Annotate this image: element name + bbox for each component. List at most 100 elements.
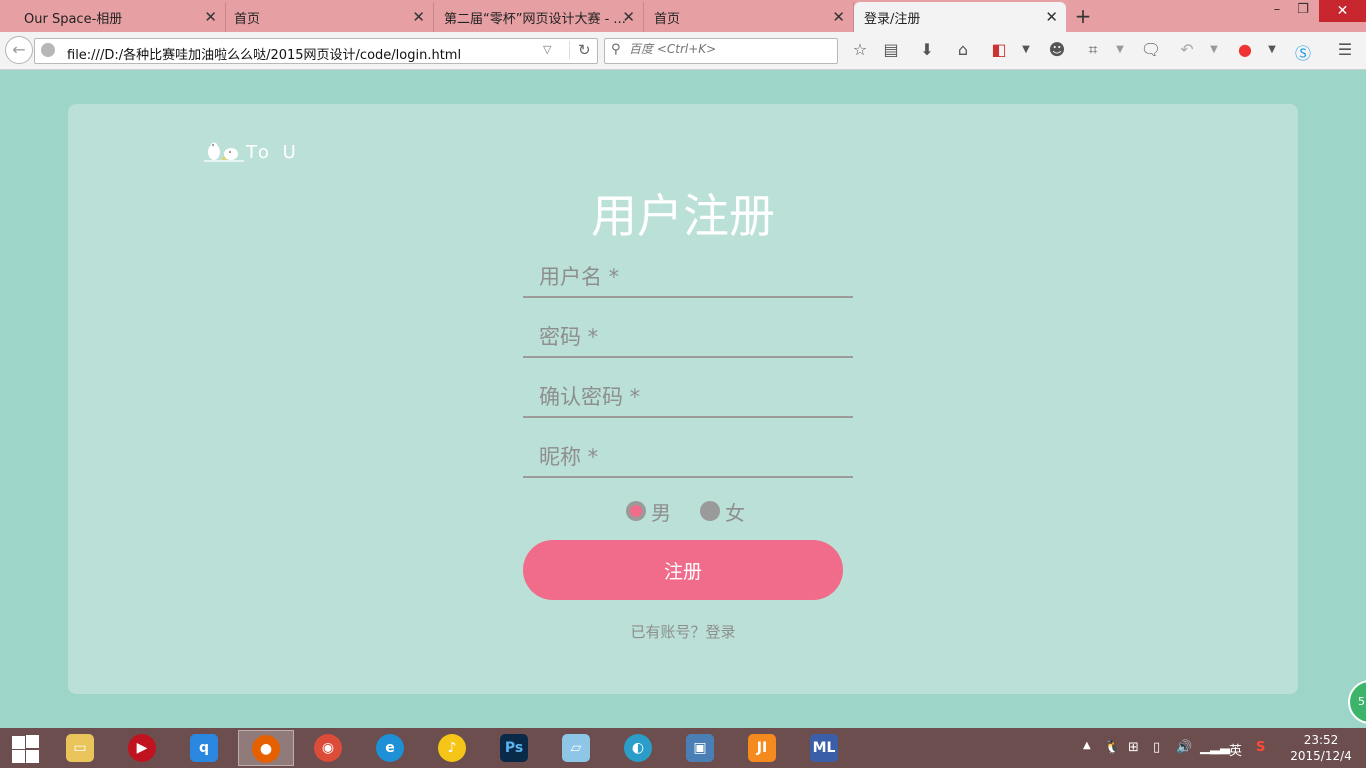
gender-female-radio[interactable] (700, 501, 720, 521)
chrome-icon: ◉ (314, 734, 342, 762)
password-input[interactable] (523, 318, 853, 356)
taskbar-app-blue[interactable]: ◐ (610, 730, 666, 766)
globe-icon (41, 43, 55, 57)
firefox-icon: ● (252, 735, 280, 763)
password-field (523, 318, 853, 358)
sogou-ime-icon[interactable]: S (1256, 740, 1265, 755)
restore-button[interactable]: ❐ (1290, 2, 1316, 24)
birds-icon (204, 142, 244, 162)
menu-icon[interactable]: ☰ (1334, 40, 1356, 59)
ime-indicator[interactable]: 英 (1229, 740, 1242, 759)
gender-male-radio[interactable] (626, 501, 646, 521)
folder-icon: ▭ (66, 734, 94, 762)
username-input[interactable] (523, 258, 853, 296)
search-icon: ⚲ (611, 42, 621, 57)
tab-label: 首页 (234, 12, 261, 27)
crop-icon[interactable]: ⌗ (1082, 40, 1104, 60)
tab-home-2[interactable]: 首页 ✕ (644, 2, 854, 32)
register-button[interactable]: 注册 (523, 540, 843, 600)
reload-icon[interactable]: ↻ (569, 41, 599, 59)
close-tab-icon[interactable]: ✕ (1045, 8, 1058, 26)
taskbar: ▭ ▶ q ● ◉ e ♪ Ps ▱ ◐ ▣ JI ML ▲ 🐧 ⊞ ▯ 🔊 ▁… (0, 728, 1366, 768)
volume-icon[interactable]: 🔊 (1176, 740, 1192, 755)
qq-tray-icon[interactable]: 🐧 (1104, 740, 1120, 755)
home-icon[interactable]: ⌂ (952, 40, 974, 59)
blue-app-icon: ◐ (624, 734, 652, 762)
media-player-icon: ▶ (128, 734, 156, 762)
chat-face-icon[interactable]: ☻ (1046, 40, 1068, 59)
mlf-icon: ML (810, 734, 838, 762)
taskbar-firefox[interactable]: ● (238, 730, 294, 766)
taskbar-qq-music[interactable]: ♪ (424, 730, 480, 766)
site-logo[interactable]: To U (204, 140, 304, 166)
windows-tray-icon[interactable]: ⊞ (1128, 740, 1139, 755)
screenshot-addon-icon[interactable]: ◧ (988, 40, 1010, 59)
address-bar[interactable]: file:///D:/各种比赛哇加油啦么么哒/2015网页设计/code/log… (34, 38, 598, 64)
tab-our-space[interactable]: Our Space-相册 ✕ (14, 2, 226, 32)
photoshop-icon: Ps (500, 734, 528, 762)
tab-label: 登录/注册 (864, 12, 921, 27)
bookmark-star-icon[interactable]: ☆ (849, 40, 871, 59)
tray-expand-icon[interactable]: ▲ (1083, 740, 1091, 751)
crop-dropdown-icon[interactable]: ▼ (1109, 44, 1131, 55)
search-input[interactable] (629, 42, 829, 56)
close-tab-icon[interactable]: ✕ (832, 8, 845, 26)
taskbar-internet-explorer[interactable]: e (362, 730, 418, 766)
confirm-password-input[interactable] (523, 378, 853, 416)
taskbar-photoshop[interactable]: Ps (486, 730, 542, 766)
taskbar-photo-viewer[interactable]: ▣ (672, 730, 728, 766)
history-dropdown-icon[interactable]: ▽ (543, 43, 551, 56)
close-tab-icon[interactable]: ✕ (412, 8, 425, 26)
nickname-field (523, 438, 853, 478)
download-icon[interactable]: ⬇ (916, 40, 938, 59)
notepad-icon: ▱ (562, 734, 590, 762)
taskbar-jetbrains[interactable]: JI (734, 730, 790, 766)
red-addon-icon[interactable]: ● (1234, 40, 1256, 59)
search-bar[interactable]: ⚲ (604, 38, 838, 64)
back-button[interactable]: ← (5, 36, 33, 64)
gender-male-label[interactable]: 男 (651, 497, 671, 526)
tab-label: Our Space-相册 (24, 12, 123, 27)
close-tab-icon[interactable]: ✕ (204, 8, 217, 26)
gender-female-label[interactable]: 女 (725, 497, 745, 526)
tab-home-1[interactable]: 首页 ✕ (224, 2, 434, 32)
network-adapter-icon[interactable]: ▯ (1153, 740, 1160, 755)
photo-viewer-icon: ▣ (686, 734, 714, 762)
login-link[interactable]: 已有账号？登录 (483, 621, 883, 642)
taskbar-clock[interactable]: 23:52 2015/12/4 (1283, 732, 1359, 764)
close-tab-icon[interactable]: ✕ (622, 8, 635, 26)
signal-icon[interactable]: ▁▂▃ (1200, 740, 1230, 755)
taskbar-media-player[interactable]: ▶ (114, 730, 170, 766)
tab-label: 首页 (654, 12, 681, 27)
taskbar-notepad[interactable]: ▱ (548, 730, 604, 766)
tab-bar: Our Space-相册 ✕ 首页 ✕ 第二届“零杯”网页设计大赛 - ... … (0, 0, 1366, 32)
url-text: file:///D:/各种比赛哇加油啦么么哒/2015网页设计/code/log… (67, 48, 462, 63)
tab-contest[interactable]: 第二届“零杯”网页设计大赛 - ... ✕ (434, 2, 644, 32)
taskbar-chrome[interactable]: ◉ (300, 730, 356, 766)
taskbar-mlf[interactable]: ML (796, 730, 852, 766)
jetbrains-icon: JI (748, 734, 776, 762)
floating-badge[interactable]: 51 (1348, 680, 1366, 724)
tab-label: 第二届“零杯”网页设计大赛 - ... (444, 12, 626, 27)
addon-dropdown-icon[interactable]: ▼ (1015, 44, 1037, 55)
nickname-input[interactable] (523, 438, 853, 476)
taskbar-qq-browser[interactable]: q (176, 730, 232, 766)
window-close-button[interactable]: ✕ (1319, 0, 1366, 22)
reading-list-icon[interactable]: ▤ (880, 40, 902, 59)
undo-dropdown-icon[interactable]: ▼ (1203, 44, 1225, 55)
qq-browser-icon: q (190, 734, 218, 762)
taskbar-file-explorer[interactable]: ▭ (52, 730, 108, 766)
new-tab-button[interactable]: + (1073, 4, 1093, 28)
minimize-button[interactable]: – (1264, 2, 1290, 24)
speech-bubble-icon[interactable]: 🗨 (1140, 40, 1162, 59)
username-field (523, 258, 853, 298)
undo-icon[interactable]: ↶ (1176, 40, 1198, 59)
internet-explorer-icon: e (376, 734, 404, 762)
page-title: 用户注册 (591, 189, 775, 243)
tab-login-register[interactable]: 登录/注册 ✕ (854, 2, 1066, 32)
navigation-bar: ← file:///D:/各种比赛哇加油啦么么哒/2015网页设计/code/l… (0, 32, 1366, 70)
back-arrow-icon: ← (12, 40, 26, 59)
windows-start-icon[interactable] (10, 734, 39, 763)
skype-icon[interactable]: Ⓢ (1292, 40, 1314, 64)
red-addon-dropdown-icon[interactable]: ▼ (1261, 44, 1283, 55)
